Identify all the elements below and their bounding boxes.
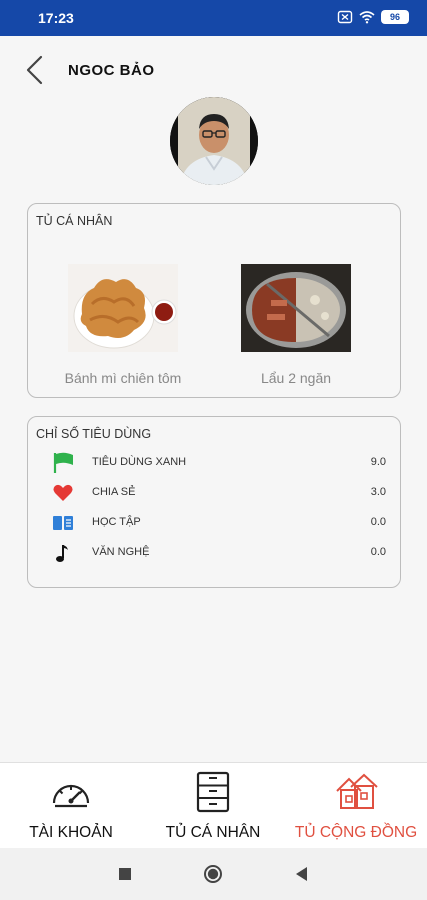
- bottom-nav: TÀI KHOẢN TỦ CÁ NHÂN TỦ CỘNG ĐỒNG: [0, 762, 427, 848]
- no-sim-icon: [337, 10, 353, 24]
- stat-label: VĂN NGHỆ: [92, 546, 150, 558]
- nav-label: TỦ CỘNG ĐỒNG: [294, 824, 418, 841]
- back-arrow-icon[interactable]: [22, 54, 50, 86]
- nav-tab-personal-cabinet[interactable]: TỦ CÁ NHÂN: [142, 763, 284, 849]
- dish-card[interactable]: Bánh mì chiên tôm: [48, 264, 198, 386]
- community-house-icon: [336, 773, 378, 809]
- heart-icon: [53, 484, 73, 501]
- back-triangle-icon[interactable]: [292, 864, 312, 884]
- music-note-icon: [56, 545, 68, 562]
- status-bar: 17:23 96: [0, 0, 427, 36]
- stat-row-green-consumption: TIÊU DÙNG XANH 9.0: [50, 451, 386, 475]
- home-icon[interactable]: [203, 864, 223, 884]
- stat-row-arts: VĂN NGHỆ 0.0: [50, 541, 386, 565]
- stat-value: 0.0: [370, 516, 386, 528]
- wifi-icon: [359, 11, 375, 24]
- green-flag-icon: [53, 452, 73, 473]
- stat-label: TIÊU DÙNG XANH: [92, 456, 187, 468]
- nav-label: TỦ CÁ NHÂN: [165, 824, 261, 841]
- consumption-index-card: CHỈ SỐ TIÊU DÙNG TIÊU DÙNG XANH 9.0 CHIA…: [27, 416, 401, 588]
- speedometer-icon: [52, 784, 90, 808]
- stat-value: 3.0: [370, 486, 386, 498]
- recent-apps-icon[interactable]: [115, 864, 135, 884]
- system-navigation-bar: [0, 848, 427, 900]
- nav-label: TÀI KHOẢN: [29, 824, 113, 841]
- consumption-index-title: CHỈ SỐ TIÊU DÙNG: [36, 427, 152, 441]
- header: NGOC BẢO: [0, 36, 427, 102]
- personal-cabinet-card: TỦ CÁ NHÂN Bánh mì chiên tôm Lẩu 2 ngăn: [27, 203, 401, 398]
- stat-row-study: HỌC TẬP 0.0: [50, 511, 386, 535]
- nav-tab-community-cabinet[interactable]: TỦ CỘNG ĐỒNG: [285, 763, 427, 849]
- stat-value: 0.0: [370, 546, 386, 558]
- dish-image: [241, 264, 351, 352]
- avatar[interactable]: [170, 97, 258, 185]
- nav-tab-account[interactable]: TÀI KHOẢN: [0, 763, 142, 849]
- status-time: 17:23: [38, 10, 74, 26]
- stat-value: 9.0: [370, 456, 386, 468]
- stat-label: CHIA SẺ: [92, 486, 136, 498]
- battery-icon: 96: [381, 10, 409, 24]
- status-icons: 96: [337, 9, 409, 25]
- page-title: NGOC BẢO: [68, 62, 155, 79]
- cabinet-icon: [196, 771, 230, 813]
- personal-cabinet-title: TỦ CÁ NHÂN: [36, 214, 113, 228]
- stat-label: HỌC TẬP: [92, 516, 141, 528]
- book-icon: [53, 516, 73, 530]
- dish-name: Lẩu 2 ngăn: [260, 370, 332, 386]
- dish-image: [68, 264, 178, 352]
- dish-name: Bánh mì chiên tôm: [64, 370, 182, 386]
- stat-row-sharing: CHIA SẺ 3.0: [50, 481, 386, 505]
- avatar-photo: [170, 97, 258, 185]
- dish-card[interactable]: Lẩu 2 ngăn: [221, 264, 371, 386]
